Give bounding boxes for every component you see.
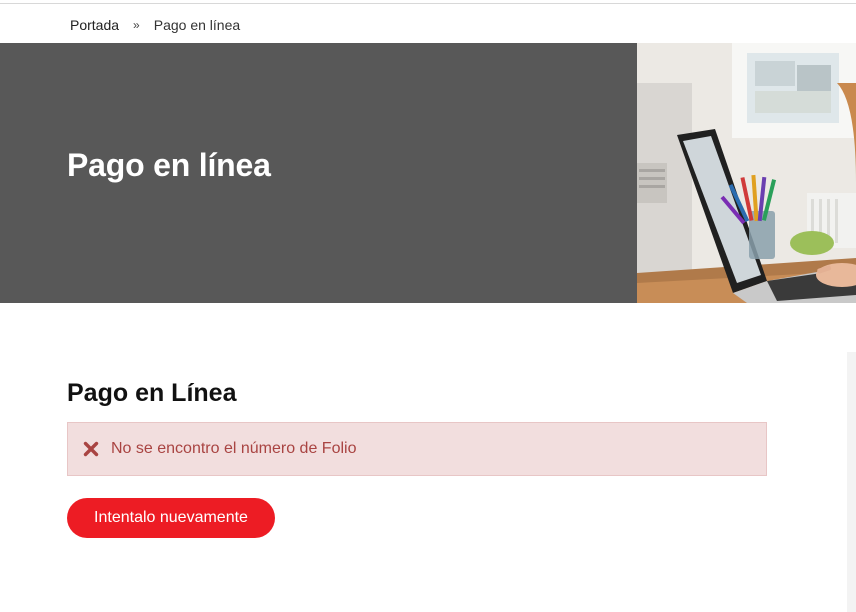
error-alert: No se encontro el número de Folio — [67, 422, 767, 476]
breadcrumb-current: Pago en línea — [153, 17, 241, 33]
close-icon — [83, 441, 99, 457]
error-message: No se encontro el número de Folio — [111, 440, 357, 457]
hero-photo-laptop — [637, 43, 856, 303]
hero-title: Pago en línea — [67, 147, 271, 183]
section-title: Pago en Línea — [67, 379, 237, 407]
breadcrumb-home-link[interactable]: Portada — [70, 17, 119, 33]
retry-button[interactable]: Intentalo nuevamente — [67, 498, 275, 538]
top-divider — [0, 3, 856, 4]
hero-photo-illustration — [637, 43, 856, 303]
sidebar-strip — [847, 352, 856, 612]
breadcrumb-separator: » — [133, 18, 140, 32]
hero-banner: Pago en línea — [0, 43, 856, 303]
breadcrumb: Portada » Pago en línea — [70, 15, 240, 35]
